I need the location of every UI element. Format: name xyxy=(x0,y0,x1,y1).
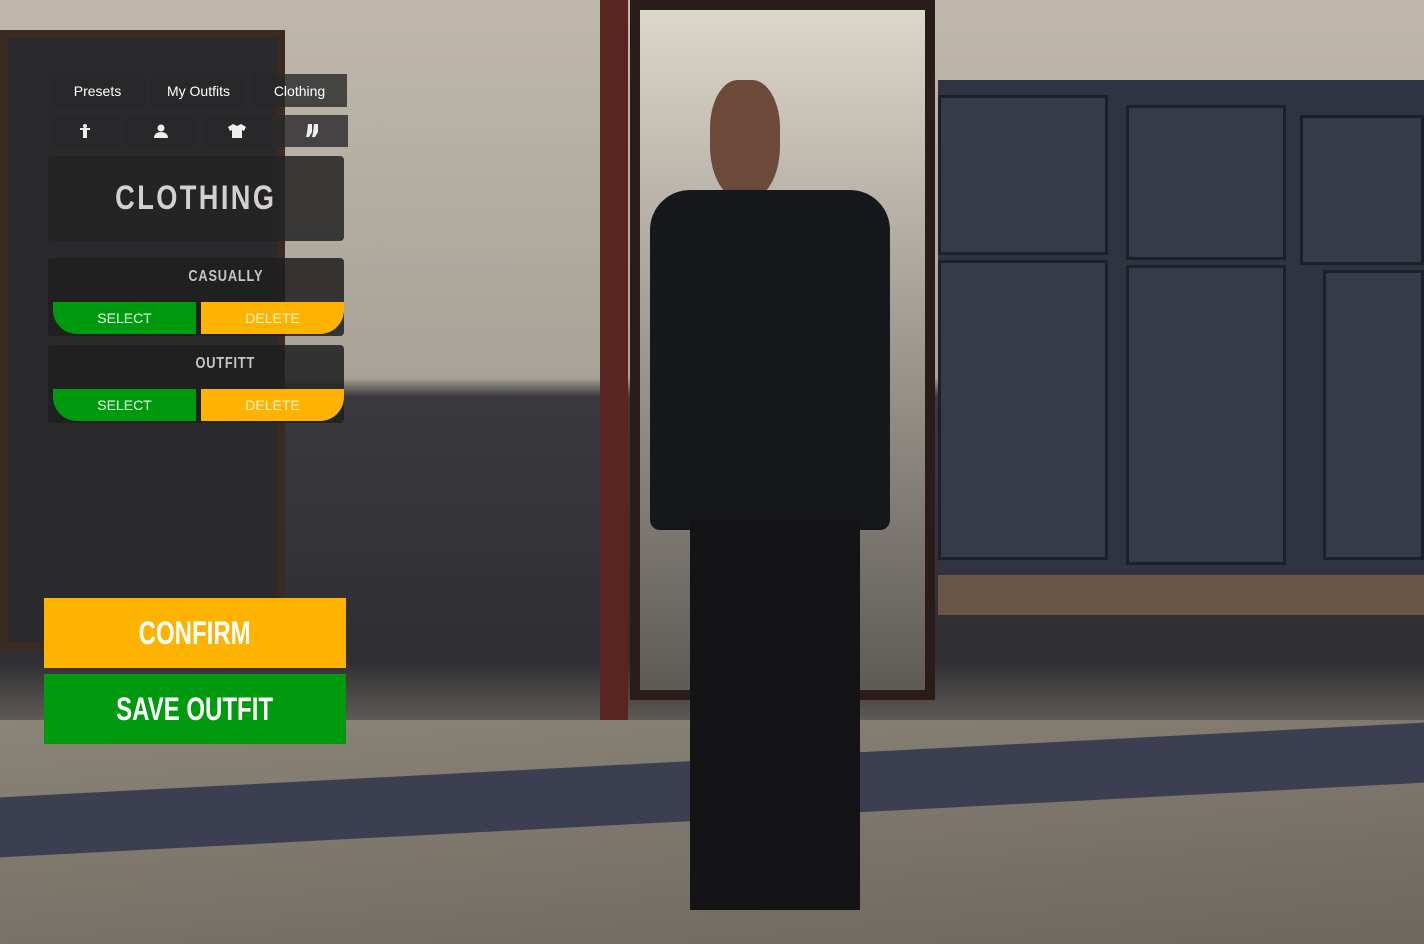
shirt-icon[interactable] xyxy=(202,115,272,147)
select-button[interactable]: SELECT xyxy=(53,389,196,421)
bench xyxy=(938,575,1424,615)
tab-bar: Presets My Outfits Clothing xyxy=(50,74,347,107)
select-button[interactable]: SELECT xyxy=(53,302,196,334)
outfit-name: OUTFITT xyxy=(195,355,256,372)
person-icon[interactable] xyxy=(126,115,196,147)
character xyxy=(650,80,890,910)
tab-clothing[interactable]: Clothing xyxy=(252,74,347,107)
delete-button[interactable]: DELETE xyxy=(201,389,344,421)
panel-title: CLOTHING xyxy=(48,156,344,241)
outfit-name: CASUALLY xyxy=(188,268,264,285)
confirm-button[interactable]: CONFIRM xyxy=(44,598,346,668)
body-icon[interactable] xyxy=(50,115,120,147)
save-outfit-button[interactable]: SAVE OUTFIT xyxy=(44,674,346,744)
category-bar xyxy=(50,115,348,147)
tab-my-outfits[interactable]: My Outfits xyxy=(151,74,246,107)
outfit-card: CASUALLY SELECT DELETE xyxy=(48,258,344,336)
socks-icon[interactable] xyxy=(278,115,348,147)
delete-button[interactable]: DELETE xyxy=(201,302,344,334)
tab-presets[interactable]: Presets xyxy=(50,74,145,107)
outfit-card: OUTFITT SELECT DELETE xyxy=(48,345,344,423)
pole xyxy=(600,0,628,720)
lockers xyxy=(938,80,1424,580)
